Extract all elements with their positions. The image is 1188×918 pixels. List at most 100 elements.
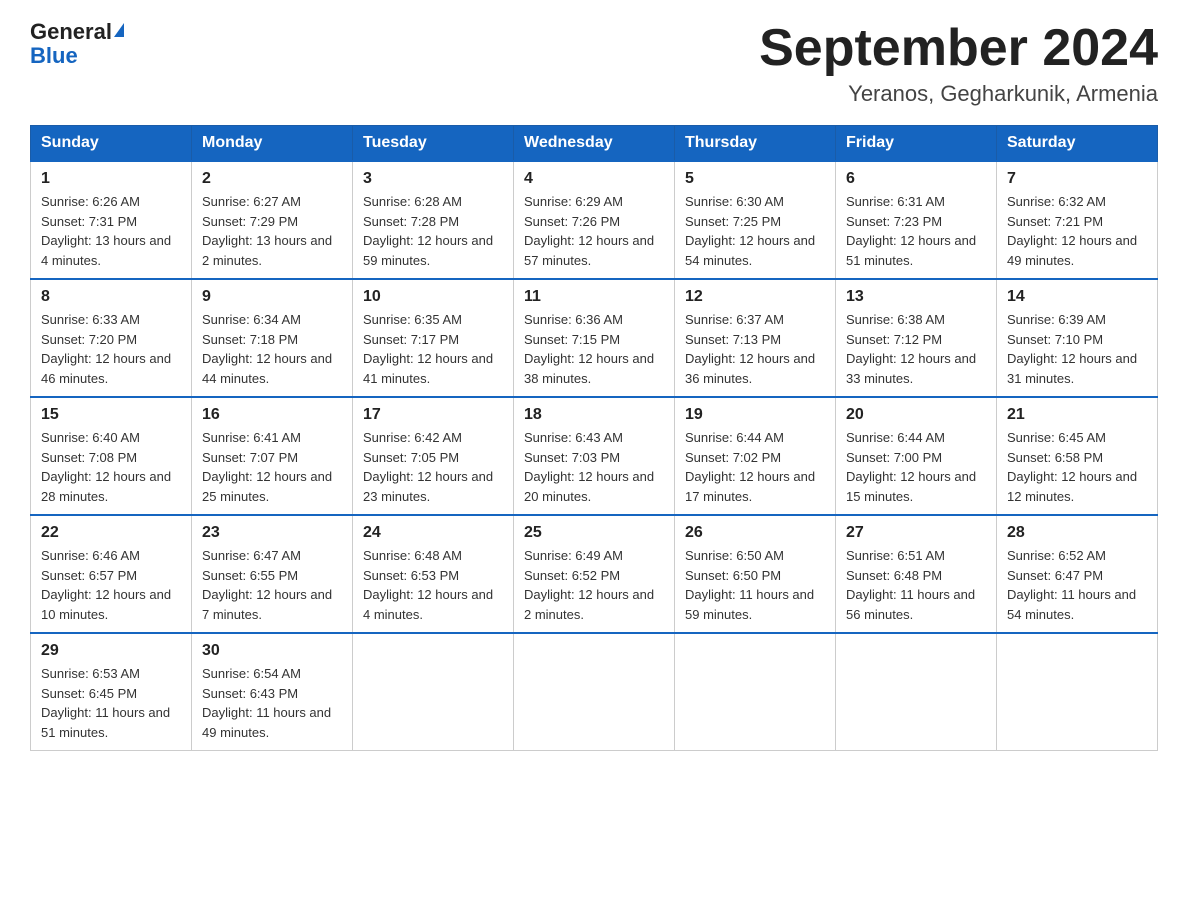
calendar-cell [353,633,514,751]
calendar-cell: 29Sunrise: 6:53 AMSunset: 6:45 PMDayligh… [31,633,192,751]
calendar-cell: 14Sunrise: 6:39 AMSunset: 7:10 PMDayligh… [997,279,1158,397]
day-number: 20 [846,406,986,424]
day-number: 24 [363,524,503,542]
column-header-thursday: Thursday [675,126,836,162]
day-number: 11 [524,288,664,306]
day-number: 4 [524,170,664,188]
day-info: Sunrise: 6:36 AMSunset: 7:15 PMDaylight:… [524,310,664,388]
calendar-header-row: SundayMondayTuesdayWednesdayThursdayFrid… [31,126,1158,162]
logo-text-blue: Blue [30,44,78,68]
day-number: 28 [1007,524,1147,542]
day-info: Sunrise: 6:47 AMSunset: 6:55 PMDaylight:… [202,546,342,624]
calendar-cell: 26 Sunrise: 6:50 AMSunset: 6:50 PMDayligh… [675,515,836,633]
calendar-cell: 28 Sunrise: 6:52 AMSunset: 6:47 PMDayligh… [997,515,1158,633]
day-number: 30 [202,642,342,660]
day-info: Sunrise: 6:42 AMSunset: 7:05 PMDaylight:… [363,428,503,506]
day-number: 6 [846,170,986,188]
day-number: 16 [202,406,342,424]
calendar-cell: 7Sunrise: 6:32 AMSunset: 7:21 PMDaylight… [997,161,1158,279]
day-info: Sunrise: 6:34 AMSunset: 7:18 PMDaylight:… [202,310,342,388]
calendar-cell: 6Sunrise: 6:31 AMSunset: 7:23 PMDaylight… [836,161,997,279]
column-header-friday: Friday [836,126,997,162]
day-info: Sunrise: 6:27 AMSunset: 7:29 PMDaylight:… [202,192,342,270]
day-number: 17 [363,406,503,424]
calendar-cell: 21 Sunrise: 6:45 AMSunset: 6:58 PMDayligh… [997,397,1158,515]
calendar-cell: 18 Sunrise: 6:43 AMSunset: 7:03 PMDayligh… [514,397,675,515]
day-info: Sunrise: 6:46 AMSunset: 6:57 PMDaylight:… [41,546,181,624]
calendar-cell: 1Sunrise: 6:26 AMSunset: 7:31 PMDaylight… [31,161,192,279]
day-number: 23 [202,524,342,542]
week-row-2: 8 Sunrise: 6:33 AMSunset: 7:20 PMDaylight… [31,279,1158,397]
day-number: 26 [685,524,825,542]
calendar-cell [514,633,675,751]
title-area: September 2024 Yeranos, Gegharkunik, Arm… [759,20,1158,107]
day-number: 18 [524,406,664,424]
day-number: 19 [685,406,825,424]
day-info: Sunrise: 6:45 AMSunset: 6:58 PMDaylight:… [1007,428,1147,506]
day-info: Sunrise: 6:44 AMSunset: 7:02 PMDaylight:… [685,428,825,506]
week-row-1: 1Sunrise: 6:26 AMSunset: 7:31 PMDaylight… [31,161,1158,279]
calendar-cell: 12 Sunrise: 6:37 AMSunset: 7:13 PMDayligh… [675,279,836,397]
calendar-cell: 13 Sunrise: 6:38 AMSunset: 7:12 PMDayligh… [836,279,997,397]
day-number: 25 [524,524,664,542]
calendar-cell [997,633,1158,751]
day-info: Sunrise: 6:26 AMSunset: 7:31 PMDaylight:… [41,192,181,270]
day-info: Sunrise: 6:41 AMSunset: 7:07 PMDaylight:… [202,428,342,506]
day-info: Sunrise: 6:54 AMSunset: 6:43 PMDaylight:… [202,664,342,742]
day-info: Sunrise: 6:53 AMSunset: 6:45 PMDaylight:… [41,664,181,742]
calendar-cell [836,633,997,751]
month-title: September 2024 [759,20,1158,77]
calendar-cell: 20 Sunrise: 6:44 AMSunset: 7:00 PMDayligh… [836,397,997,515]
location-title: Yeranos, Gegharkunik, Armenia [759,81,1158,107]
calendar-table: SundayMondayTuesdayWednesdayThursdayFrid… [30,125,1158,751]
logo-triangle-icon [114,23,124,37]
day-info: Sunrise: 6:38 AMSunset: 7:12 PMDaylight:… [846,310,986,388]
day-info: Sunrise: 6:33 AMSunset: 7:20 PMDaylight:… [41,310,181,388]
week-row-3: 15 Sunrise: 6:40 AMSunset: 7:08 PMDayligh… [31,397,1158,515]
day-number: 3 [363,170,503,188]
day-info: Sunrise: 6:52 AMSunset: 6:47 PMDaylight:… [1007,546,1147,624]
calendar-cell: 10 Sunrise: 6:35 AMSunset: 7:17 PMDayligh… [353,279,514,397]
day-number: 21 [1007,406,1147,424]
day-info: Sunrise: 6:40 AMSunset: 7:08 PMDaylight:… [41,428,181,506]
day-number: 22 [41,524,181,542]
week-row-5: 29Sunrise: 6:53 AMSunset: 6:45 PMDayligh… [31,633,1158,751]
calendar-cell: 2 Sunrise: 6:27 AMSunset: 7:29 PMDaylight… [192,161,353,279]
day-info: Sunrise: 6:29 AMSunset: 7:26 PMDaylight:… [524,192,664,270]
column-header-tuesday: Tuesday [353,126,514,162]
day-number: 12 [685,288,825,306]
column-header-saturday: Saturday [997,126,1158,162]
calendar-cell: 22 Sunrise: 6:46 AMSunset: 6:57 PMDayligh… [31,515,192,633]
day-number: 13 [846,288,986,306]
calendar-cell: 19 Sunrise: 6:44 AMSunset: 7:02 PMDayligh… [675,397,836,515]
day-number: 10 [363,288,503,306]
day-number: 8 [41,288,181,306]
day-info: Sunrise: 6:44 AMSunset: 7:00 PMDaylight:… [846,428,986,506]
logo-text-general: General [30,20,112,44]
day-info: Sunrise: 6:49 AMSunset: 6:52 PMDaylight:… [524,546,664,624]
page-header: General Blue September 2024 Yeranos, Geg… [30,20,1158,107]
column-header-sunday: Sunday [31,126,192,162]
calendar-cell: 16 Sunrise: 6:41 AMSunset: 7:07 PMDayligh… [192,397,353,515]
week-row-4: 22 Sunrise: 6:46 AMSunset: 6:57 PMDayligh… [31,515,1158,633]
day-number: 27 [846,524,986,542]
day-info: Sunrise: 6:51 AMSunset: 6:48 PMDaylight:… [846,546,986,624]
day-number: 5 [685,170,825,188]
calendar-cell: 27 Sunrise: 6:51 AMSunset: 6:48 PMDayligh… [836,515,997,633]
calendar-cell: 17 Sunrise: 6:42 AMSunset: 7:05 PMDayligh… [353,397,514,515]
day-info: Sunrise: 6:37 AMSunset: 7:13 PMDaylight:… [685,310,825,388]
calendar-cell: 4 Sunrise: 6:29 AMSunset: 7:26 PMDaylight… [514,161,675,279]
calendar-cell: 11 Sunrise: 6:36 AMSunset: 7:15 PMDayligh… [514,279,675,397]
calendar-cell: 9Sunrise: 6:34 AMSunset: 7:18 PMDaylight… [192,279,353,397]
day-number: 2 [202,170,342,188]
day-info: Sunrise: 6:43 AMSunset: 7:03 PMDaylight:… [524,428,664,506]
day-info: Sunrise: 6:39 AMSunset: 7:10 PMDaylight:… [1007,310,1147,388]
calendar-cell: 30 Sunrise: 6:54 AMSunset: 6:43 PMDayligh… [192,633,353,751]
day-number: 15 [41,406,181,424]
day-info: Sunrise: 6:50 AMSunset: 6:50 PMDaylight:… [685,546,825,624]
calendar-cell [675,633,836,751]
calendar-cell: 5Sunrise: 6:30 AMSunset: 7:25 PMDaylight… [675,161,836,279]
day-info: Sunrise: 6:35 AMSunset: 7:17 PMDaylight:… [363,310,503,388]
calendar-cell: 15 Sunrise: 6:40 AMSunset: 7:08 PMDayligh… [31,397,192,515]
calendar-cell: 8 Sunrise: 6:33 AMSunset: 7:20 PMDaylight… [31,279,192,397]
